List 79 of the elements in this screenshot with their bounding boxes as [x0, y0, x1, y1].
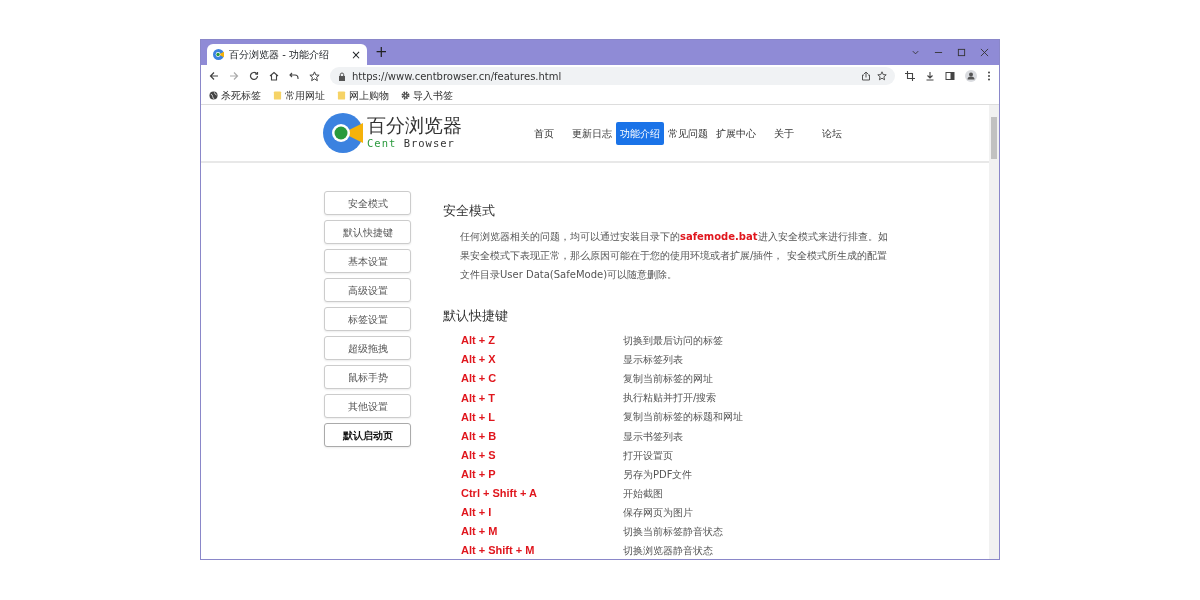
logo-title: 百分浏览器 — [367, 114, 462, 136]
shortcut-keys: Alt + M — [443, 523, 623, 540]
profile-avatar-icon[interactable] — [965, 70, 977, 82]
shortcut-keys: Alt + Shift + M — [443, 542, 623, 559]
shortcut-description: 保存网页为图片 — [623, 505, 693, 520]
undo-arrow-icon[interactable] — [289, 71, 299, 81]
crop-icon[interactable] — [905, 71, 915, 81]
url-text: https://www.centbrowser.cn/features.html — [352, 69, 563, 84]
nav-link[interactable]: 更新日志 — [568, 121, 616, 145]
nav-link[interactable]: 功能介绍 — [616, 121, 664, 145]
reload-icon[interactable] — [249, 71, 259, 81]
sidebar-button[interactable]: 高级设置 — [324, 278, 411, 302]
shortcut-description: 复制当前标签的标题和网址 — [623, 410, 743, 425]
sidebar-button[interactable]: 默认启动页 — [324, 423, 411, 447]
shortcut-description: 另存为PDF文件 — [623, 467, 693, 482]
nav-link[interactable]: 论坛 — [808, 121, 856, 145]
shortcut-description: 复制当前标签的网址 — [623, 372, 713, 387]
more-menu-icon[interactable] — [987, 71, 991, 81]
side-panel-icon[interactable] — [945, 71, 955, 81]
logo-subtitle: Cent — [367, 136, 397, 149]
home-icon[interactable] — [269, 71, 279, 81]
star-icon[interactable] — [309, 70, 320, 82]
lock-icon — [338, 71, 346, 81]
folder-icon — [273, 91, 282, 100]
sidebar-button[interactable]: 默认快捷键 — [324, 220, 411, 244]
shortcut-description: 打开设置页 — [623, 448, 673, 463]
sidebar-button[interactable]: 安全模式 — [324, 191, 411, 215]
shortcut-keys: Alt + I — [443, 504, 623, 521]
tab-title: 百分浏览器 - 功能介绍 — [229, 48, 330, 62]
shortcut-keys: Alt + Z — [443, 332, 623, 349]
star-icon[interactable] — [877, 71, 887, 81]
shortcut-description: 显示书签列表 — [623, 429, 683, 444]
browser-logo-icon — [213, 49, 224, 60]
shortcut-keys: Alt + L — [443, 408, 623, 426]
gear-icon — [401, 91, 410, 100]
browser-logo-icon — [323, 113, 363, 153]
browser-tab[interactable]: 百分浏览器 - 功能介绍 × — [207, 44, 367, 65]
sidebar-button[interactable]: 超级拖拽 — [324, 336, 411, 360]
bookmark[interactable]: 常用网址 — [273, 88, 325, 103]
bookmark[interactable]: 网上购物 — [337, 88, 389, 103]
shortcut-keys: Alt + S — [443, 446, 623, 464]
bookmark[interactable]: 杀死标签 — [209, 88, 261, 103]
folder-icon — [337, 91, 346, 100]
nav-link[interactable]: 首页 — [520, 121, 568, 145]
shortcut-description: 切换到最后访问的标签 — [623, 334, 723, 349]
close-icon[interactable] — [980, 48, 989, 57]
shortcut-keys: Alt + P — [443, 465, 623, 483]
shortcut-description: 开始截图 — [623, 486, 663, 501]
shortcut-keys: Alt + C — [443, 370, 623, 387]
back-arrow-icon[interactable] — [209, 71, 219, 81]
address-bar[interactable]: https://www.centbrowser.cn/features.html — [330, 67, 895, 85]
sidebar-button[interactable]: 鼠标手势 — [324, 365, 411, 389]
nav-link[interactable]: 扩展中心 — [712, 121, 760, 145]
shortcut-description: 执行粘贴并打开/搜索 — [623, 391, 717, 406]
nav-link[interactable]: 常见问题 — [664, 121, 712, 145]
bookmark[interactable]: 导入书签 — [401, 88, 453, 103]
section-heading: 安全模式 — [443, 202, 496, 220]
sidebar-button[interactable]: 标签设置 — [324, 307, 411, 331]
shortcut-description: 显示标签列表 — [623, 353, 683, 368]
section-paragraph: 任何浏览器相关的问题，均可以通过安装目录下的safemode.bat进入安全模式来进行排查。如果安全模式下表现正常，那么原因可能在于您的使用环境或者扩展/插件， 安全模式所生成的配置文件目录User Data(SafeMode)可以随意删除。 — [459, 229, 888, 282]
scrollbar[interactable] — [989, 105, 999, 559]
new-tab-button[interactable]: + — [375, 45, 388, 60]
shortcut-keys: Alt + B — [443, 427, 623, 445]
nav-link[interactable]: 关于 — [760, 121, 808, 145]
download-icon[interactable] — [925, 71, 935, 81]
share-icon[interactable] — [861, 71, 871, 81]
tab-close-button[interactable]: × — [350, 48, 361, 61]
shortcut-description: 切换当前标签静音状态 — [623, 525, 723, 539]
maximize-icon[interactable] — [957, 48, 966, 57]
sidebar-button[interactable]: 其他设置 — [324, 394, 411, 418]
shortcut-description: 切换浏览器静音状态 — [623, 544, 713, 559]
sidebar-button[interactable]: 基本设置 — [324, 249, 411, 273]
shortcut-keys: Ctrl + Shift + A — [443, 485, 623, 502]
scrollbar-thumb[interactable] — [991, 117, 997, 159]
logo-subtitle: Browser — [403, 136, 455, 149]
globe-icon — [209, 91, 218, 100]
shortcut-keys: Alt + X — [443, 351, 623, 368]
shortcut-keys: Alt + T — [443, 389, 623, 407]
section-heading: 默认快捷键 — [443, 306, 509, 325]
